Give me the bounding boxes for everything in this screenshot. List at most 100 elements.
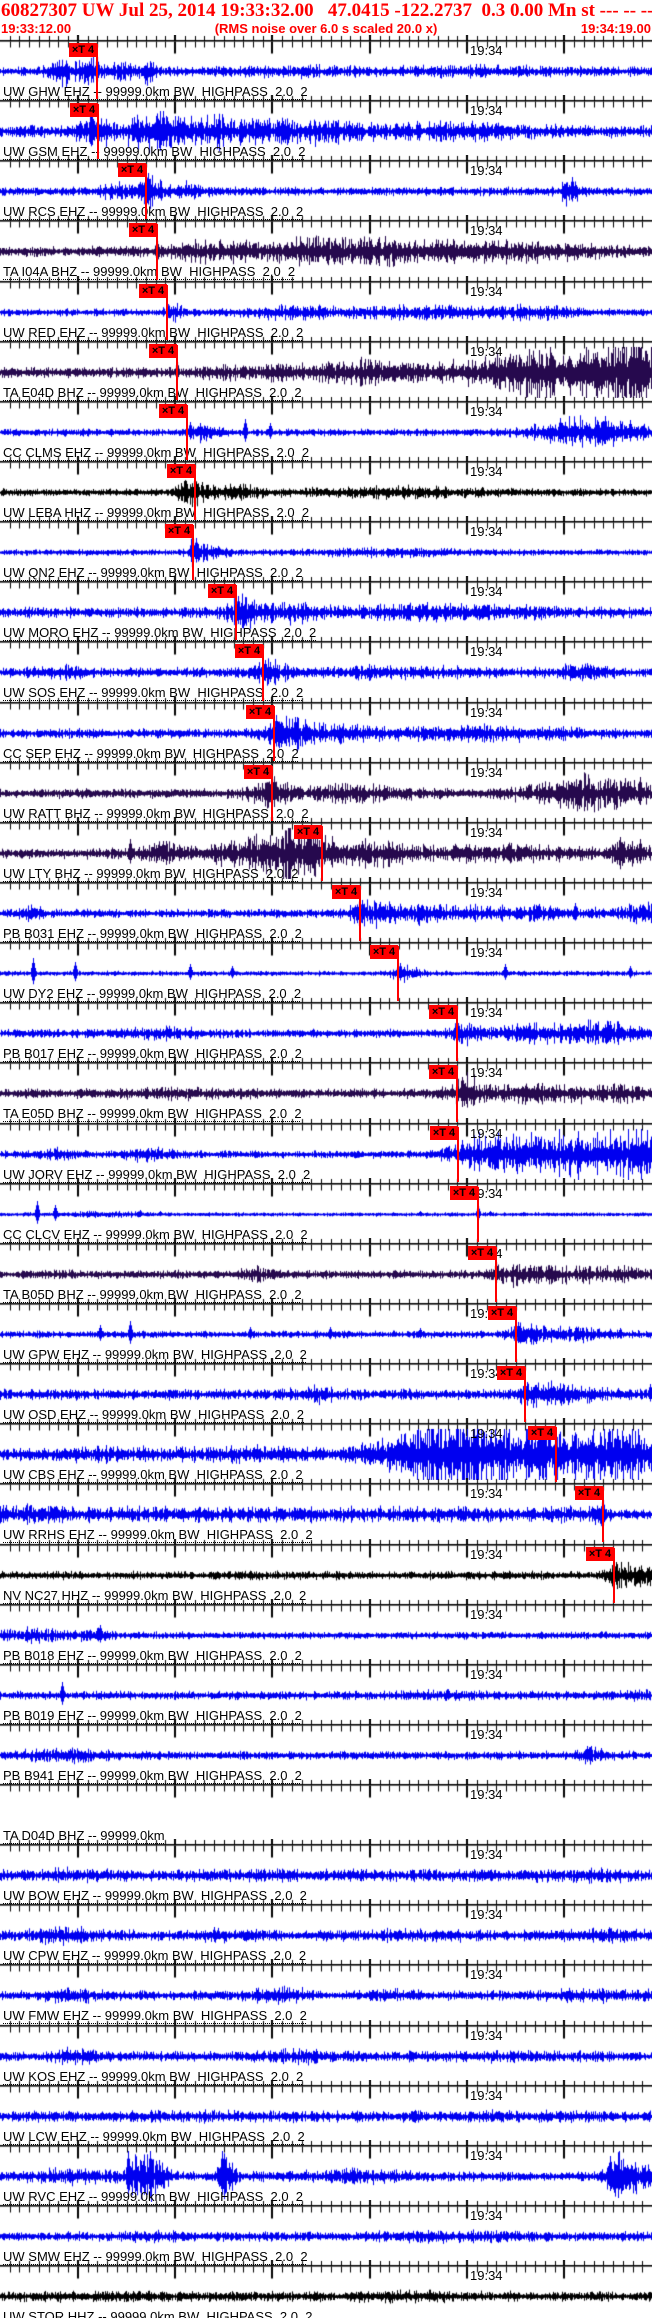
station-channel-label[interactable]: UW BOW EHZ -- 99999.0km BW HIGHPASS 2.0 …: [3, 1888, 307, 1903]
minute-tick-label: 19:34: [470, 2208, 503, 2224]
minute-tick-label: 19:34: [470, 2027, 503, 2043]
pick-flag[interactable]: ×T 4: [468, 1245, 496, 1260]
station-channel-label[interactable]: UW GPW EHZ -- 99999.0km BW HIGHPASS 2.0 …: [3, 1347, 307, 1362]
station-channel-label[interactable]: UW RED EHZ -- 99999.0km BW HIGHPASS 2.0 …: [3, 325, 303, 340]
pick-flag[interactable]: ×T 4: [208, 584, 236, 599]
minute-tick-label: 19:34: [470, 1546, 503, 1562]
station-channel-label[interactable]: TA E04D BHZ -- 99999.0km BW HIGHPASS 2.0…: [3, 385, 302, 400]
minute-tick-label: 19:34: [470, 103, 503, 119]
pick-flag[interactable]: ×T 4: [294, 824, 322, 839]
minute-tick-label: 19:34: [470, 524, 503, 540]
station-channel-label[interactable]: UW RVC EHZ -- 99999.0km BW HIGHPASS 2.0 …: [3, 2189, 303, 2204]
station-channel-label[interactable]: UW MORO EHZ -- 99999.0km BW HIGHPASS 2.0…: [3, 625, 316, 640]
minute-tick-label: 19:34: [470, 1426, 503, 1442]
station-channel-label[interactable]: UW GSM EHZ -- 99999.0km BW HIGHPASS 2.0 …: [3, 144, 305, 159]
station-channel-label[interactable]: UW QN2 EHZ -- 99999.0km BW HIGHPASS 2.0 …: [3, 565, 303, 580]
station-channel-label[interactable]: TA B05D BHZ -- 99999.0km BW HIGHPASS 2.0…: [3, 1287, 302, 1302]
minute-tick-label: 19:34: [470, 2087, 503, 2103]
minute-tick-label: 19:34: [470, 1847, 503, 1863]
minute-tick-label: 19:34: [470, 584, 503, 600]
station-channel-label[interactable]: UW STOR HHZ -- 99999.0km BW HIGHPASS 2.0…: [3, 2309, 312, 2318]
station-channel-label[interactable]: UW DY2 EHZ -- 99999.0km BW HIGHPASS 2.0 …: [3, 986, 301, 1001]
station-channel-label[interactable]: TA I04A BHZ -- 99999.0km BW HIGHPASS 2.0…: [3, 264, 295, 279]
pick-flag[interactable]: ×T 4: [159, 403, 187, 418]
pick-flag[interactable]: ×T 4: [165, 524, 193, 539]
station-channel-label[interactable]: UW LTY BHZ -- 99999.0km BW HIGHPASS 2.0 …: [3, 866, 298, 881]
window-end-time: 19:34:19.00: [580, 21, 651, 36]
station-channel-label[interactable]: UW CPW EHZ -- 99999.0km BW HIGHPASS 2.0 …: [3, 1948, 306, 1963]
minute-tick-label: 19:34: [470, 343, 503, 359]
pick-flag[interactable]: ×T 4: [244, 764, 272, 779]
pick-flag[interactable]: ×T 4: [370, 945, 398, 960]
station-channel-label[interactable]: PB B031 EHZ -- 99999.0km BW HIGHPASS 2.0…: [3, 926, 302, 941]
station-channel-label[interactable]: UW KOS EHZ -- 99999.0km BW HIGHPASS 2.0 …: [3, 2069, 303, 2084]
minute-tick-label: 19:34: [470, 1726, 503, 1742]
station-channel-label[interactable]: PB B941 EHZ -- 99999.0km BW HIGHPASS 2.0…: [3, 1768, 302, 1783]
minute-tick-label: 19:34: [470, 1486, 503, 1502]
station-channel-label[interactable]: UW SOS EHZ -- 99999.0km BW HIGHPASS 2.0 …: [3, 685, 303, 700]
pick-flag[interactable]: ×T 4: [118, 163, 146, 178]
pick-flag[interactable]: ×T 4: [450, 1185, 478, 1200]
pick-flag[interactable]: ×T 4: [332, 884, 360, 899]
station-channel-label[interactable]: UW RCS EHZ -- 99999.0km BW HIGHPASS 2.0 …: [3, 204, 303, 219]
pick-flag[interactable]: ×T 4: [129, 223, 157, 238]
station-channel-label[interactable]: UW RATT BHZ -- 99999.0km BW HIGHPASS 2.0…: [3, 806, 309, 821]
pick-flag[interactable]: ×T 4: [139, 283, 167, 298]
minute-tick-label: 19:34: [470, 644, 503, 660]
station-channel-label[interactable]: PB B017 EHZ -- 99999.0km BW HIGHPASS 2.0…: [3, 1046, 302, 1061]
pick-flag[interactable]: ×T 4: [429, 1065, 457, 1080]
pick-flag[interactable]: ×T 4: [497, 1366, 525, 1381]
station-channel-label[interactable]: PB B018 EHZ -- 99999.0km BW HIGHPASS 2.0…: [3, 1648, 302, 1663]
minute-tick-label: 19:34: [470, 824, 503, 840]
minute-tick-label: 19:34: [470, 1065, 503, 1081]
minute-tick-label: 19:34: [470, 704, 503, 720]
pick-flag[interactable]: ×T 4: [246, 704, 274, 719]
minute-tick-label: 19:34: [470, 1907, 503, 1923]
minute-tick-label: 19:34: [470, 1666, 503, 1682]
station-channel-label[interactable]: UW LCW EHZ -- 99999.0km BW HIGHPASS 2.0 …: [3, 2129, 305, 2144]
minute-tick-label: 19:34: [470, 463, 503, 479]
minute-tick-label: 19:34: [470, 1787, 503, 1803]
station-channel-label[interactable]: UW OSD EHZ -- 99999.0km BW HIGHPASS 2.0 …: [3, 1407, 304, 1422]
minute-tick-label: 19:34: [470, 945, 503, 961]
minute-tick-label: 19:34: [470, 884, 503, 900]
station-channel-label[interactable]: TA D04D BHZ -- 99999.0km: [3, 1828, 165, 1843]
pick-flag[interactable]: ×T 4: [429, 1005, 457, 1020]
pick-flag[interactable]: ×T 4: [149, 343, 177, 358]
pick-flag[interactable]: ×T 4: [235, 644, 263, 659]
minute-tick-label: 19:34: [470, 283, 503, 299]
station-channel-label[interactable]: NV NC27 HHZ -- 99999.0km BW HIGHPASS 2.0…: [3, 1588, 306, 1603]
minute-tick-label: 19:34: [470, 1967, 503, 1983]
station-channel-label[interactable]: UW SMW EHZ -- 99999.0km BW HIGHPASS 2.0 …: [3, 2249, 308, 2264]
minute-tick-label: 19:34: [470, 403, 503, 419]
pick-flag[interactable]: ×T 4: [575, 1486, 603, 1501]
minute-tick-label: 19:34: [470, 1606, 503, 1622]
station-channel-label[interactable]: UW LEBA HHZ -- 99999.0km BW HIGHPASS 2.0…: [3, 505, 309, 520]
pick-flag[interactable]: ×T 4: [586, 1546, 614, 1561]
minute-tick-label: 19:34: [470, 2147, 503, 2163]
minute-tick-label: 19:34: [470, 2268, 503, 2284]
minute-tick-label: 19:34: [470, 764, 503, 780]
pick-flag[interactable]: ×T 4: [528, 1426, 556, 1441]
station-channel-label[interactable]: UW FMW EHZ -- 99999.0km BW HIGHPASS 2.0 …: [3, 2008, 307, 2023]
pick-flag[interactable]: ×T 4: [430, 1125, 458, 1140]
station-channel-label[interactable]: UW RRHS EHZ -- 99999.0km BW HIGHPASS 2.0…: [3, 1527, 313, 1542]
pick-flag[interactable]: ×T 4: [70, 103, 98, 118]
seismic-waveform-viewer: 60827307 UW Jul 25, 2014 19:33:32.00 47.…: [0, 0, 652, 2318]
station-channel-label[interactable]: CC SEP EHZ -- 99999.0km BW HIGHPASS 2.0 …: [3, 746, 299, 761]
minute-tick-label: 19:34: [470, 163, 503, 179]
rms-scaling-note: (RMS noise over 6.0 s scaled 20.0 x): [214, 21, 438, 36]
station-channel-label[interactable]: CC CLCV EHZ -- 99999.0km BW HIGHPASS 2.0…: [3, 1227, 308, 1242]
station-channel-label[interactable]: UW JORV EHZ -- 99999.0km BW HIGHPASS 2.0…: [3, 1167, 310, 1182]
pick-flag[interactable]: ×T 4: [69, 43, 97, 57]
pick-flag[interactable]: ×T 4: [167, 463, 195, 478]
station-channel-label[interactable]: TA E05D BHZ -- 99999.0km BW HIGHPASS 2.0…: [3, 1106, 302, 1121]
event-summary-line: 60827307 UW Jul 25, 2014 19:33:32.00 47.…: [1, 0, 652, 21]
pick-flag[interactable]: ×T 4: [488, 1305, 516, 1320]
minute-tick-label: 19:34: [470, 1005, 503, 1021]
station-channel-label[interactable]: UW CBS EHZ -- 99999.0km BW HIGHPASS 2.0 …: [3, 1467, 303, 1482]
station-channel-label[interactable]: UW GHW EHZ -- 99999.0km BW HIGHPASS 2.0 …: [3, 84, 308, 99]
minute-tick-label: 19:34: [470, 223, 503, 239]
station-channel-label[interactable]: CC CLMS EHZ -- 99999.0km BW HIGHPASS 2.0…: [3, 445, 309, 460]
station-channel-label[interactable]: PB B019 EHZ -- 99999.0km BW HIGHPASS 2.0…: [3, 1708, 302, 1723]
